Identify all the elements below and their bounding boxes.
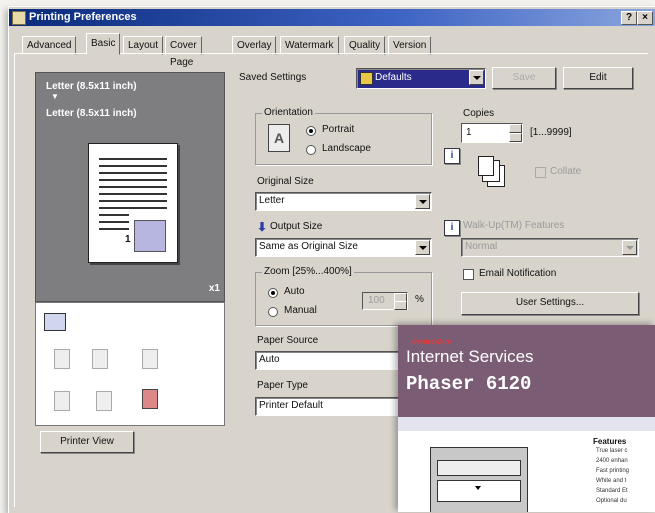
settings-icon <box>360 72 373 85</box>
zoom-spinner[interactable]: 100 <box>362 292 408 310</box>
collate-label: Collate <box>550 166 582 177</box>
zoom-manual-radio[interactable] <box>268 307 278 317</box>
printer-view-button[interactable]: Printer View <box>40 431 134 453</box>
original-size-label: Original Size <box>257 176 314 187</box>
copies-value: 1 <box>466 127 472 138</box>
user-settings-button[interactable]: User Settings... <box>461 292 639 315</box>
overlay-title: Internet Services <box>406 347 534 366</box>
portrait-radio[interactable] <box>306 126 316 136</box>
chevron-down-icon[interactable] <box>415 240 430 255</box>
copies-spinner[interactable]: 1 <box>461 123 523 143</box>
info-icon[interactable]: i <box>444 148 460 164</box>
walkup-label: Walk-Up(TM) Features <box>463 220 565 231</box>
fold-icon[interactable] <box>96 391 112 411</box>
zoom-auto-label[interactable]: Auto <box>284 286 305 297</box>
feature-item: Fast printing <box>596 468 630 474</box>
duplex-icon[interactable] <box>54 349 70 369</box>
walkup-value: Normal <box>465 241 498 252</box>
page-preview: Letter (8.5x11 inch) ▼ Letter (8.5x11 in… <box>35 72 225 302</box>
centreware-logo: CentreWare <box>412 339 452 346</box>
title-bar: Printing Preferences ? × <box>9 9 655 26</box>
close-button[interactable]: × <box>637 11 653 25</box>
email-notification-checkbox[interactable] <box>463 269 474 280</box>
saved-settings-label: Saved Settings <box>239 72 307 83</box>
portrait-label[interactable]: Portrait <box>322 124 354 135</box>
landscape-label[interactable]: Landscape <box>322 143 371 154</box>
overlay-header: CentreWare Internet Services Phaser 6120 <box>398 325 655 417</box>
overlay-nav-band <box>398 417 655 431</box>
zoom-value: 100 <box>368 295 385 306</box>
email-notification-label[interactable]: Email Notification <box>479 268 556 279</box>
orientation-label: Orientation <box>262 107 315 118</box>
chevron-down-icon[interactable] <box>415 194 430 209</box>
spin-up-icon[interactable] <box>509 124 522 133</box>
feature-item: Standard Et <box>596 488 628 494</box>
feature-item: True laser c <box>596 448 628 454</box>
chevron-down-icon[interactable] <box>469 70 484 85</box>
collate-pages-icon <box>478 156 494 176</box>
output-size-value: Same as Original Size <box>259 241 358 252</box>
saved-settings-value: Defaults <box>375 72 412 83</box>
tab-basic[interactable]: Basic <box>86 33 121 55</box>
staple-icon[interactable] <box>142 349 158 369</box>
original-size-select[interactable]: Letter <box>255 192 432 211</box>
printer-icon <box>12 11 26 25</box>
booklet-icon[interactable] <box>92 349 108 369</box>
chevron-down-icon[interactable] <box>622 240 637 255</box>
collate-checkbox[interactable] <box>535 167 546 178</box>
printer-image <box>430 447 528 512</box>
original-size-value: Letter <box>259 195 285 206</box>
help-button[interactable]: ? <box>621 11 637 25</box>
info-icon[interactable]: i <box>444 220 460 236</box>
punch-icon[interactable] <box>54 391 70 411</box>
feature-item: White and t <box>596 478 627 484</box>
copies-label: Copies <box>463 108 495 119</box>
paper-source-label: Paper Source <box>257 335 319 346</box>
edit-button[interactable]: Edit <box>563 67 633 89</box>
finisher-icon[interactable] <box>142 389 158 409</box>
output-size-select[interactable]: Same as Original Size <box>255 238 432 257</box>
zoom-auto-radio[interactable] <box>268 288 278 298</box>
feature-item: Optional du <box>596 498 627 504</box>
zoom-label: Zoom [25%...400%] <box>262 266 354 277</box>
walkup-select[interactable]: Normal <box>461 238 639 257</box>
feature-item: 2400 enhan <box>596 458 628 464</box>
landscape-radio[interactable] <box>306 145 316 155</box>
output-size-label: Output Size <box>270 221 323 232</box>
paper-type-value: Printer Default <box>259 400 323 411</box>
overlay-model: Phaser 6120 <box>406 373 532 395</box>
zoom-manual-label[interactable]: Manual <box>284 305 317 316</box>
copies-range: [1...9999] <box>530 127 572 138</box>
preview-page: 1 <box>88 143 178 263</box>
preview-output-size: Letter (8.5x11 inch) <box>46 108 137 119</box>
printer-view-icon[interactable] <box>44 313 66 331</box>
preview-original-size: Letter (8.5x11 inch) <box>46 81 137 92</box>
preview-page-number: 1 <box>125 234 131 245</box>
centreware-overlay: CentreWare Internet Services Phaser 6120… <box>398 325 655 512</box>
preview-arrow: ▼ <box>51 92 59 101</box>
spin-down-icon[interactable] <box>509 133 522 142</box>
window-title: Printing Preferences <box>29 11 137 23</box>
paper-type-label: Paper Type <box>257 380 308 391</box>
preview-mode-icons <box>35 302 225 426</box>
saved-settings-select[interactable]: Defaults <box>356 68 486 89</box>
paper-source-value: Auto <box>259 354 280 365</box>
spin-down-icon[interactable] <box>394 301 407 310</box>
zoom-unit: % <box>415 294 424 305</box>
orientation-icon: A <box>268 124 290 152</box>
preview-inset <box>134 220 166 252</box>
preview-copy-count: x1 <box>208 283 220 294</box>
save-button[interactable]: Save <box>492 67 556 89</box>
arrow-down-icon: ⬇ <box>257 220 268 234</box>
features-heading: Features <box>593 437 627 446</box>
